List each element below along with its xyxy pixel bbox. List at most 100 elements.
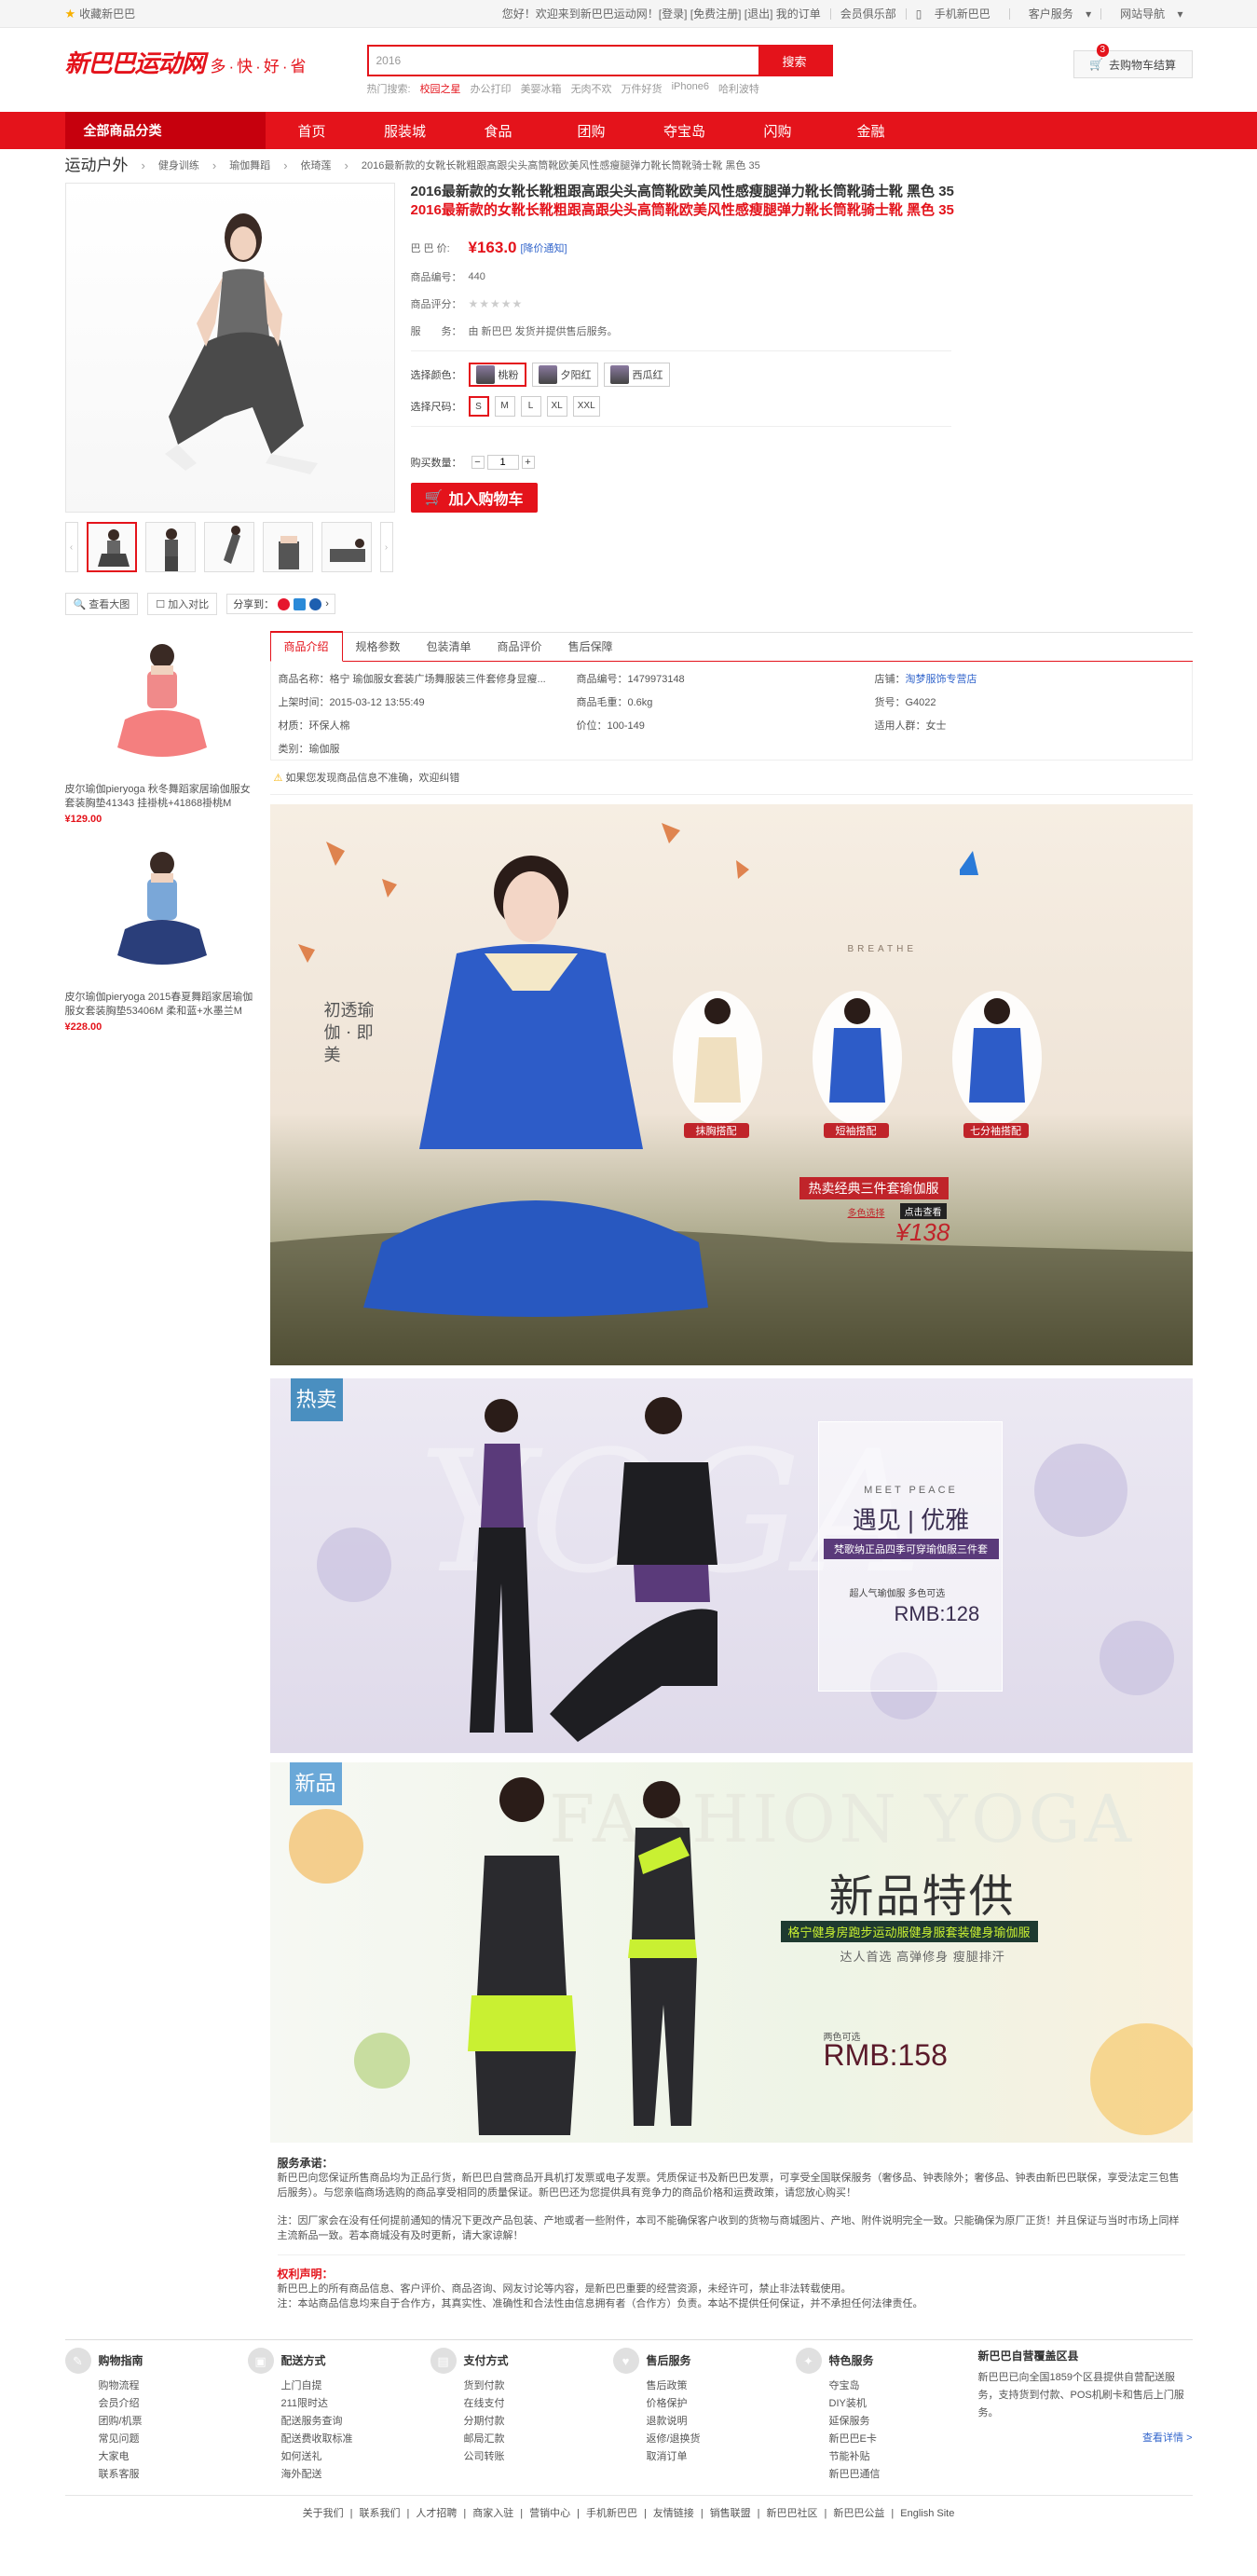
search-input[interactable] bbox=[368, 47, 758, 75]
footer-link[interactable]: 新巴巴社区 bbox=[760, 2508, 825, 2519]
footer-link[interactable]: 海外配送 bbox=[281, 2466, 406, 2484]
weibo-icon[interactable] bbox=[278, 597, 291, 610]
breadcrumb-item[interactable]: 健身训练 bbox=[158, 149, 199, 183]
qty-minus-button[interactable]: − bbox=[471, 456, 485, 469]
footer-link[interactable]: 返修/退换货 bbox=[647, 2431, 772, 2448]
footer-link[interactable]: English Site bbox=[894, 2508, 961, 2519]
footer-link[interactable]: 新巴巴通信 bbox=[829, 2466, 954, 2484]
color-option[interactable]: 西瓜红 bbox=[603, 363, 670, 387]
tab-reviews[interactable]: 商品评价 bbox=[485, 633, 555, 661]
footer-link[interactable]: 关于我们 bbox=[296, 2508, 350, 2519]
tab-intro[interactable]: 商品介绍 bbox=[269, 631, 343, 662]
footer-link[interactable]: 会员介绍 bbox=[99, 2395, 224, 2413]
thumbnail[interactable] bbox=[144, 522, 196, 572]
hot-search-item[interactable]: 哈利波特 bbox=[718, 81, 759, 96]
customer-service-link[interactable]: 客户服务 ▾ bbox=[1010, 0, 1100, 28]
promo-banner-hot-set[interactable]: BREATHE 初透瑜伽 · 即美 抹胸搭配 短袖搭配 七分袖搭配 热卖经典三件… bbox=[269, 804, 1193, 1365]
share-more-icon[interactable]: › bbox=[325, 598, 329, 610]
logo[interactable]: 新巴巴运动网 多·快·好·省 bbox=[65, 45, 309, 79]
mobile-link[interactable]: ▯ 手机新巴巴 bbox=[907, 0, 1009, 28]
hot-search-item[interactable]: 无肉不欢 bbox=[571, 81, 612, 96]
footer-link[interactable]: 价格保护 bbox=[647, 2395, 772, 2413]
nav-item[interactable]: 团购 bbox=[545, 121, 638, 141]
footer-link[interactable]: 人才招聘 bbox=[409, 2508, 463, 2519]
thumb-next-arrow[interactable]: › bbox=[379, 522, 393, 572]
report-error-notice[interactable]: ⚠ 如果您发现商品信息不准确，欢迎纠错 bbox=[269, 760, 1193, 795]
breadcrumb-item[interactable]: 依琦莲 bbox=[301, 149, 332, 183]
promo-banner-hot[interactable]: YOGA 热卖 MEET PEACE 遇见 | 优雅 梵歌纳正品四季可穿瑜伽服三… bbox=[269, 1378, 1193, 1753]
size-option[interactable]: XXL bbox=[572, 396, 600, 417]
nav-item[interactable]: 金融 bbox=[825, 121, 918, 141]
product-main-image[interactable] bbox=[64, 183, 395, 513]
tab-aftersale[interactable]: 售后保障 bbox=[555, 633, 626, 661]
footer-link[interactable]: 大家电 bbox=[99, 2448, 224, 2466]
footer-link[interactable]: 货到付款 bbox=[464, 2377, 589, 2395]
size-option[interactable]: L bbox=[520, 396, 541, 417]
related-item[interactable]: 皮尔瑜伽pieryoga 秋冬舞蹈家居瑜伽服女套装胸垫41343 挂褂桃+418… bbox=[65, 632, 259, 825]
nav-item[interactable]: 闪购 bbox=[731, 121, 825, 141]
view-details-link[interactable]: 查看详情 > bbox=[978, 2430, 1192, 2447]
search-button[interactable]: 搜索 bbox=[758, 47, 831, 75]
footer-link[interactable]: 常见问题 bbox=[99, 2431, 224, 2448]
footer-link[interactable]: 节能补贴 bbox=[829, 2448, 954, 2466]
tab-package[interactable]: 包装清单 bbox=[414, 633, 485, 661]
footer-link[interactable]: 公司转账 bbox=[464, 2448, 589, 2466]
footer-link[interactable]: 商家入驻 bbox=[466, 2508, 520, 2519]
add-to-cart-button[interactable]: 🛒 加入购物车 bbox=[410, 483, 538, 513]
nav-item[interactable]: 夺宝岛 bbox=[638, 121, 731, 141]
footer-link[interactable]: 在线支付 bbox=[464, 2395, 589, 2413]
size-option[interactable]: M bbox=[494, 396, 515, 417]
qzone-icon[interactable] bbox=[294, 597, 307, 610]
qty-plus-button[interactable]: + bbox=[521, 456, 535, 469]
thumbnail[interactable] bbox=[203, 522, 254, 572]
thumbnail[interactable] bbox=[86, 522, 137, 572]
breadcrumb-item[interactable]: 运动户外 bbox=[65, 149, 129, 183]
footer-link[interactable]: 取消订单 bbox=[647, 2448, 772, 2466]
vip-link[interactable]: 会员俱乐部 bbox=[831, 0, 906, 28]
all-categories-button[interactable]: 全部商品分类 bbox=[64, 112, 266, 149]
color-option[interactable]: 桃粉 bbox=[468, 363, 526, 387]
nav-item[interactable]: 首页 bbox=[266, 121, 359, 141]
breadcrumb-item[interactable]: 瑜伽舞蹈 bbox=[229, 149, 270, 183]
footer-link[interactable]: 新巴巴E卡 bbox=[829, 2431, 954, 2448]
qty-input[interactable] bbox=[486, 455, 519, 470]
footer-link[interactable]: 手机新巴巴 bbox=[580, 2508, 644, 2519]
hot-search-item[interactable]: 办公打印 bbox=[471, 81, 512, 96]
size-option[interactable]: XL bbox=[546, 396, 567, 417]
footer-link[interactable]: 友情链接 bbox=[647, 2508, 701, 2519]
thumb-prev-arrow[interactable]: ‹ bbox=[64, 522, 78, 572]
thumbnail[interactable] bbox=[262, 522, 313, 572]
site-nav-link[interactable]: 网站导航 ▾ bbox=[1101, 0, 1192, 28]
cart-button[interactable]: 3 🛒 去购物车结算 bbox=[1073, 44, 1193, 78]
footer-link[interactable]: 配送服务查询 bbox=[281, 2413, 406, 2431]
store-link[interactable]: 店铺：淘梦服饰专营店 bbox=[875, 671, 1182, 686]
footer-link[interactable]: 211限时达 bbox=[281, 2395, 406, 2413]
footer-link[interactable]: 配送费收取标准 bbox=[281, 2431, 406, 2448]
nav-item[interactable]: 服装城 bbox=[359, 121, 452, 141]
nav-item[interactable]: 食品 bbox=[452, 121, 545, 141]
favorite-link[interactable]: ★ 收藏新巴巴 bbox=[65, 0, 136, 28]
footer-link[interactable]: 分期付款 bbox=[464, 2413, 589, 2431]
hot-search-item[interactable]: iPhone6 bbox=[672, 81, 709, 96]
color-option[interactable]: 夕阳红 bbox=[531, 363, 598, 387]
footer-link[interactable]: 团购/机票 bbox=[99, 2413, 224, 2431]
footer-link[interactable]: 夺宝岛 bbox=[829, 2377, 954, 2395]
footer-link[interactable]: 联系我们 bbox=[353, 2508, 407, 2519]
hot-search-item[interactable]: 万件好货 bbox=[622, 81, 663, 96]
tab-spec[interactable]: 规格参数 bbox=[343, 633, 414, 661]
size-option[interactable]: S bbox=[468, 396, 489, 417]
add-compare-checkbox[interactable]: ☐ 加入对比 bbox=[147, 593, 218, 615]
footer-link[interactable]: 新巴巴公益 bbox=[827, 2508, 891, 2519]
hot-search-item[interactable]: 美婴冰箱 bbox=[521, 81, 562, 96]
footer-link[interactable]: 退款说明 bbox=[647, 2413, 772, 2431]
footer-link[interactable]: 购物流程 bbox=[99, 2377, 224, 2395]
footer-link[interactable]: 营销中心 bbox=[523, 2508, 577, 2519]
welcome-text[interactable]: 您好！欢迎来到新巴巴运动网！[登录] [免费注册] [退出] 我的订单 bbox=[493, 0, 830, 28]
footer-link[interactable]: 如何送礼 bbox=[281, 2448, 406, 2466]
footer-link[interactable]: 销售联盟 bbox=[704, 2508, 758, 2519]
price-notice-link[interactable]: [降价通知] bbox=[521, 240, 567, 255]
view-large-button[interactable]: 🔍 查看大图 bbox=[64, 593, 139, 615]
footer-link[interactable]: 延保服务 bbox=[829, 2413, 954, 2431]
footer-link[interactable]: DIY装机 bbox=[829, 2395, 954, 2413]
thumbnail[interactable] bbox=[321, 522, 372, 572]
